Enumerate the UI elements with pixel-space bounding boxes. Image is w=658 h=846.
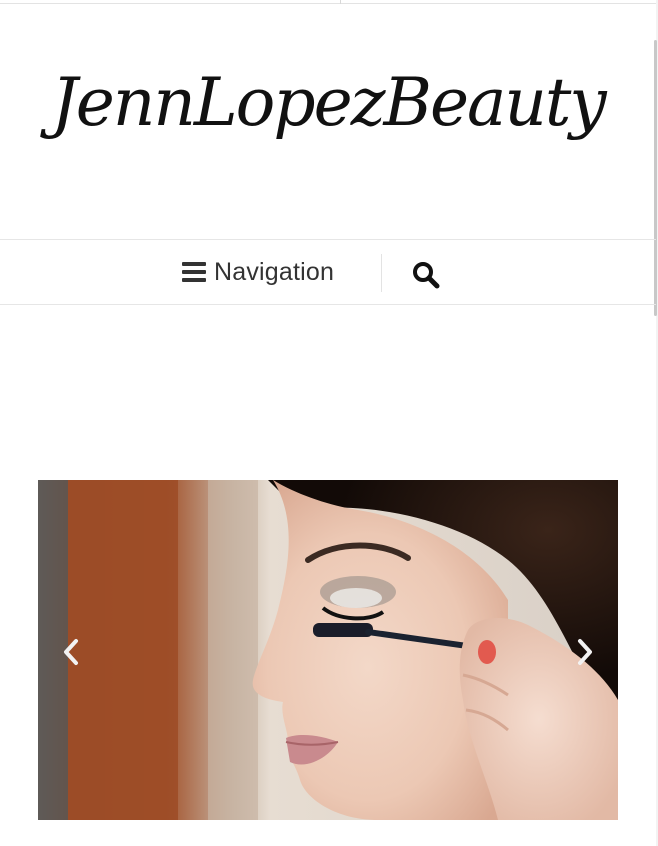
nav-divider [381,254,382,292]
image-slider [38,480,618,820]
search-button[interactable] [410,260,442,290]
hamburger-icon [182,262,206,282]
main-navigation-bar: Navigation [0,239,656,305]
chevron-left-icon [64,639,78,665]
site-header: JennLopezBeauty [0,4,656,239]
navigation-toggle-button[interactable]: Navigation [182,256,334,288]
chevron-right-icon [578,639,592,665]
navigation-label: Navigation [214,257,335,286]
search-icon [413,262,440,289]
slider-next-button[interactable] [570,634,598,670]
slide-image [38,480,618,820]
slider-prev-button[interactable] [58,634,86,670]
site-title[interactable]: JennLopezBeauty [0,70,656,136]
